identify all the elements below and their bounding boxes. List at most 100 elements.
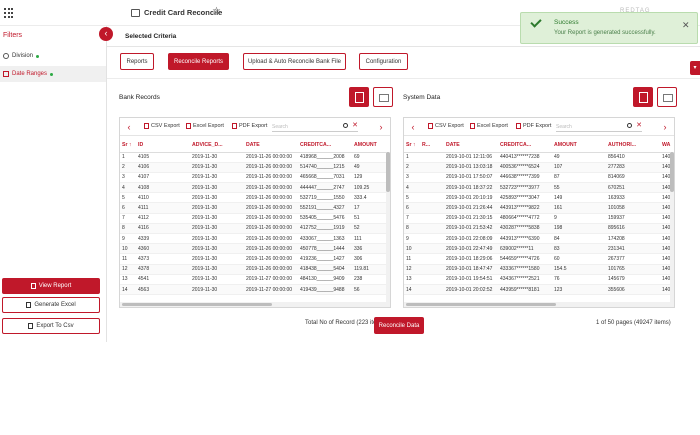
pdf-export-button[interactable]: PDF Export <box>232 123 267 129</box>
column-header[interactable]: DATE <box>444 138 498 153</box>
close-icon[interactable]: ✕ <box>682 20 690 31</box>
vertical-scrollbar[interactable] <box>386 152 390 302</box>
search-input[interactable]: Search ✕ <box>556 121 642 132</box>
table-row[interactable]: 5 2019-10-01 20:10:19 425893******3047 149 1… <box>404 192 672 204</box>
table-row[interactable]: 2 4106 2019-11-30 2019-11-26 00:00:00 514740… <box>120 162 386 173</box>
collapse-sidebar-button[interactable]: ‹ <box>99 27 113 41</box>
column-header[interactable]: AMOUNT <box>552 138 606 153</box>
column-header[interactable]: R... <box>420 138 444 153</box>
view-report-button[interactable]: View Report <box>2 278 100 294</box>
generate-excel-button[interactable]: Generate Excel <box>2 297 100 313</box>
column-header[interactable]: Sr ↑ <box>404 138 420 153</box>
clear-icon[interactable]: ✕ <box>352 121 358 129</box>
bank-records-grid: ‹ CSV Export Excel Export PDF Export Sea… <box>119 117 391 308</box>
column-header[interactable]: AUTHORI... <box>606 138 660 153</box>
table-row[interactable]: 9 2019-10-01 22:08:09 443913******6390 84 17… <box>404 233 672 245</box>
column-header[interactable]: ADVICE_D... <box>190 138 244 153</box>
search-input[interactable]: Search ✕ <box>272 121 358 132</box>
bank-pdf-export-button[interactable] <box>349 87 369 107</box>
table-cell: 430287******5838 <box>498 223 552 235</box>
table-row[interactable]: 1 2019-10-01 12:11:06 440413******7238 49 85… <box>404 152 672 163</box>
table-cell: 10 <box>404 243 420 255</box>
tab-upload-auto-reconcile[interactable]: Upload & Auto Reconcile Bank File <box>243 53 346 70</box>
side-panel-tab[interactable]: ▾ <box>690 61 700 75</box>
system-print-button[interactable] <box>657 87 677 107</box>
reconcile-data-button[interactable]: Reconcile Data <box>374 317 424 334</box>
system-data-table: Sr ↑ R... DATE CREDITCA... AMOUNT AUTHORI... W… <box>404 138 672 296</box>
scroll-right-button[interactable]: › <box>374 118 388 136</box>
search-icon[interactable] <box>627 123 632 128</box>
table-cell: 2019-11-26 00:00:00 <box>244 233 298 245</box>
favorite-star-icon[interactable]: ☆ <box>212 6 221 17</box>
csv-export-button[interactable]: CSV Export <box>428 123 464 129</box>
table-row[interactable]: 14 2019-10-01 20:02:52 443959******8181 123… <box>404 284 672 296</box>
table-row[interactable]: 10 2019-10-01 22:47:49 639002******11 83 231… <box>404 243 672 255</box>
table-row[interactable]: 6 4111 2019-11-30 2019-11-26 00:00:00 552191… <box>120 202 386 214</box>
table-cell: 2019-10-01 21:53:42 <box>444 223 498 235</box>
excel-export-button[interactable]: Excel Export <box>186 123 224 129</box>
pdf-export-button[interactable]: PDF Export <box>516 123 551 129</box>
table-row[interactable]: 4 2019-10-01 18:37:22 532723******3977 55 67… <box>404 182 672 194</box>
excel-export-button[interactable]: Excel Export <box>470 123 508 129</box>
table-cell: 2019-10-01 19:54:51 <box>444 274 498 285</box>
table-cell <box>420 192 444 204</box>
tab-configuration[interactable]: Configuration <box>359 53 408 70</box>
vertical-scrollbar[interactable] <box>670 152 674 302</box>
table-row[interactable]: 12 2019-10-01 18:47:47 433367******1580 154… <box>404 264 672 275</box>
csv-export-button[interactable]: CSV Export <box>144 123 180 129</box>
table-row[interactable]: 11 4373 2019-11-30 2019-11-26 00:00:00 41923… <box>120 253 386 265</box>
table-row[interactable]: 6 2019-10-01 21:26:44 443913******9822 161 1… <box>404 202 672 214</box>
table-row[interactable]: 10 4360 2019-11-30 2019-11-26 00:00:00 45077… <box>120 243 386 255</box>
column-header[interactable]: AMOUNT <box>352 138 386 153</box>
scroll-left-button[interactable]: ‹ <box>406 118 420 136</box>
table-row[interactable]: 14 4563 2019-11-30 2019-11-27 00:00:00 41943… <box>120 284 386 296</box>
table-row[interactable]: 5 4110 2019-11-30 2019-11-26 00:00:00 532719… <box>120 192 386 204</box>
horizontal-scrollbar[interactable] <box>120 302 390 307</box>
scroll-right-button[interactable]: › <box>658 118 672 136</box>
generate-excel-label: Generate Excel <box>34 302 76 308</box>
csv-icon <box>428 123 433 129</box>
table-row[interactable]: 8 4116 2019-11-30 2019-11-26 00:00:00 412752… <box>120 223 386 235</box>
bank-print-button[interactable] <box>373 87 393 107</box>
app-launcher-icon[interactable] <box>4 8 14 18</box>
table-row[interactable]: 4 4108 2019-11-30 2019-11-26 00:00:00 444447… <box>120 182 386 194</box>
table-cell: 8 <box>404 223 420 235</box>
table-cell: 2019-11-30 <box>190 152 244 163</box>
column-header[interactable]: Sr ↑ <box>120 138 136 153</box>
divider <box>107 78 700 79</box>
table-cell: 434367******2521 <box>498 274 552 285</box>
table-row[interactable]: 13 4541 2019-11-30 2019-11-27 00:00:00 48413… <box>120 274 386 285</box>
table-cell: 440413******7238 <box>498 152 552 163</box>
table-row[interactable]: 13 2019-10-01 19:54:51 434367******2521 76 1… <box>404 274 672 285</box>
clear-icon[interactable]: ✕ <box>636 121 642 129</box>
table-row[interactable]: 3 2019-10-01 17:50:07 446638******7399 87 81… <box>404 172 672 184</box>
table-row[interactable]: 1 4105 2019-11-30 2019-11-26 00:00:00 418968… <box>120 152 386 163</box>
column-header[interactable]: WA <box>660 138 672 153</box>
filters-sidebar: Filters Division Date Ranges View Report… <box>0 26 107 342</box>
scroll-left-button[interactable]: ‹ <box>122 118 136 136</box>
export-csv-button[interactable]: Export To Csv <box>2 318 100 334</box>
table-cell: 443959******8181 <box>498 284 552 296</box>
table-row[interactable]: 2 2019-10-01 13:03:18 400536******6524 107 2… <box>404 162 672 173</box>
table-row[interactable]: 8 2019-10-01 21:53:42 430287******5838 198 8… <box>404 223 672 235</box>
sidebar-item-date-ranges[interactable]: Date Ranges <box>0 66 106 82</box>
system-pdf-export-button[interactable] <box>633 87 653 107</box>
table-row[interactable]: 11 2019-10-01 18:29:06 544659******4726 60 2… <box>404 253 672 265</box>
column-header[interactable]: CREDITCA... <box>498 138 552 153</box>
tab-reconcile-reports[interactable]: Reconcile Reports <box>168 53 229 70</box>
table-row[interactable]: 7 2019-10-01 21:30:15 480664******4772 9 159… <box>404 213 672 224</box>
table-cell <box>420 172 444 184</box>
sidebar-item-division[interactable]: Division <box>0 48 106 64</box>
table-row[interactable]: 7 4112 2019-11-30 2019-11-26 00:00:00 535405… <box>120 213 386 224</box>
horizontal-scrollbar[interactable] <box>404 302 674 307</box>
table-row[interactable]: 3 4107 2019-11-30 2019-11-26 00:00:00 465668… <box>120 172 386 184</box>
pdf-export-label: PDF Export <box>523 123 552 129</box>
tab-reports[interactable]: Reports <box>120 53 154 70</box>
search-icon[interactable] <box>343 123 348 128</box>
column-header[interactable]: DATE <box>244 138 298 153</box>
column-header[interactable]: ID <box>136 138 190 153</box>
column-header[interactable]: CREDITCA... <box>298 138 352 153</box>
table-cell: 2019-11-26 00:00:00 <box>244 264 298 275</box>
table-row[interactable]: 9 4339 2019-11-30 2019-11-26 00:00:00 433067… <box>120 233 386 245</box>
table-row[interactable]: 12 4378 2019-11-30 2019-11-26 00:00:00 41843… <box>120 264 386 275</box>
